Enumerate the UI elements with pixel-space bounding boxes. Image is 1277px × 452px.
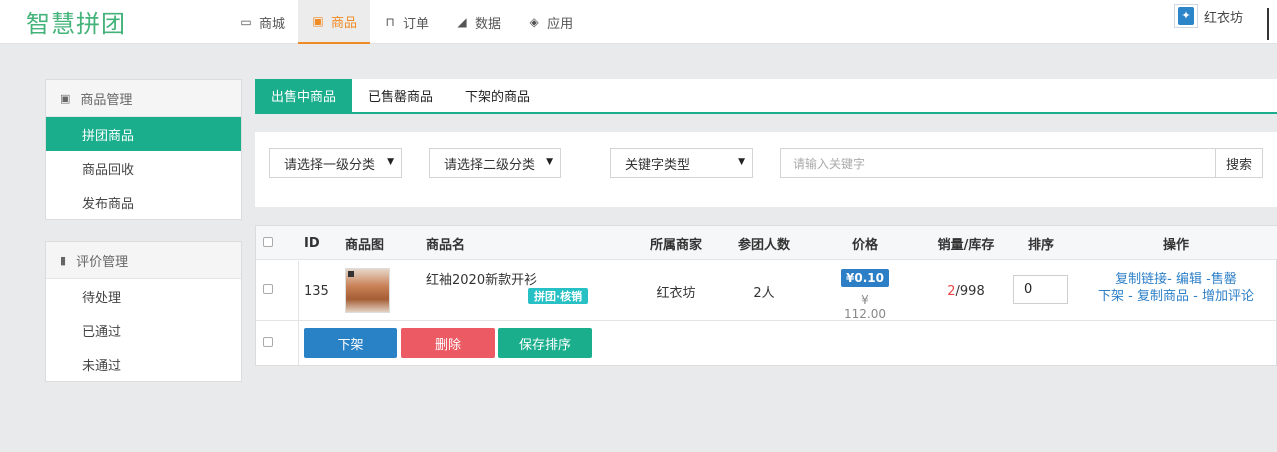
sidebar-group-title: 商品管理 — [80, 92, 133, 108]
row-checkbox[interactable] — [263, 284, 273, 294]
sidebar-review-header: ▮ 评价管理 — [46, 242, 241, 279]
sidebar-item-group-goods[interactable]: 拼团商品 — [46, 117, 241, 151]
copy-goods-link[interactable]: 复制商品 — [1137, 289, 1189, 304]
goods-thumbnail[interactable] — [345, 268, 390, 313]
nav-item-goods[interactable]: ▣ 商品 — [298, 0, 371, 44]
sidebar-item-approved[interactable]: 已通过 — [46, 313, 241, 347]
row-merchant: 红衣坊 — [656, 285, 696, 301]
sidebar-item-goods-recycle[interactable]: 商品回收 — [46, 151, 241, 185]
tab-sold-out[interactable]: 已售罄商品 — [352, 79, 449, 112]
sidebar-review-panel: ▮ 评价管理 待处理 已通过 未通过 — [45, 241, 242, 382]
row-group-size: 2人 — [753, 285, 775, 301]
column-divider — [298, 261, 299, 367]
offline-link[interactable]: 下架 — [1098, 289, 1124, 304]
th-name: 商品名 — [426, 237, 466, 253]
add-review-link[interactable]: 增加评论 — [1202, 289, 1254, 304]
sort-input[interactable]: 0 — [1013, 275, 1068, 304]
nav-item-orders[interactable]: ⊓ 订单 — [370, 0, 442, 44]
cubes-icon: ◈ — [529, 15, 539, 29]
th-price: 价格 — [851, 237, 878, 253]
row-id: 135 — [304, 283, 329, 299]
sidebar-goods-panel: ▣ 商品管理 拼团商品 商品回收 发布商品 — [45, 79, 242, 220]
main-nav: ▭ 商城 ▣ 商品 ⊓ 订单 ◢ 数据 ◈ 应用 — [226, 0, 586, 44]
save-sort-button[interactable]: 保存排序 — [498, 328, 592, 358]
caret-down-icon: ▼ — [738, 157, 745, 167]
category1-value: 请选择一级分类 — [284, 157, 376, 173]
goods-table: ID 商品图 商品名 所属商家 参团人数 价格 销量/库存 排序 操作 135 … — [255, 225, 1277, 367]
th-merchant: 所属商家 — [649, 237, 702, 253]
category1-select[interactable]: 请选择一级分类 ▼ — [269, 148, 402, 178]
edit-link[interactable]: 编辑 — [1176, 272, 1202, 287]
filter-bar: 请选择一级分类 ▼ 请选择二级分类 ▼ 关键字类型 ▼ 请输入关键字 搜索 — [255, 132, 1277, 207]
sold-count: 2 — [947, 283, 956, 299]
table-row: 135 红袖2020新款开衫 拼团·核销 红衣坊 2人 ¥0.10 ¥ 112.… — [256, 261, 1277, 321]
caret-down-icon: ▼ — [387, 157, 394, 167]
nav-label: 数据 — [475, 16, 502, 32]
op-separator: - — [1167, 272, 1172, 287]
row-sales-stock: 2/998 — [921, 261, 1011, 321]
search-button[interactable]: 搜索 — [1215, 148, 1263, 178]
stock-count: /998 — [955, 283, 985, 299]
nav-label: 订单 — [403, 16, 430, 32]
original-price: ¥ 112.00 — [844, 293, 886, 321]
shop-switcher[interactable]: ✦ 红衣坊 — [1174, 4, 1243, 28]
keyword-input[interactable]: 请输入关键字 — [780, 148, 1216, 178]
thumb-mark-icon — [348, 271, 354, 277]
copy-link-link[interactable]: 复制链接 — [1115, 272, 1167, 287]
op-separator: - — [1124, 289, 1137, 304]
nav-label: 应用 — [547, 16, 574, 32]
gift-icon: ▣ — [312, 14, 324, 28]
bulk-delete-button[interactable]: 删除 — [401, 328, 495, 358]
sidebar-item-pending[interactable]: 待处理 — [46, 279, 241, 313]
bulk-checkbox[interactable] — [263, 337, 273, 347]
sidebar-item-publish-goods[interactable]: 发布商品 — [46, 185, 241, 219]
op-separator: - — [1189, 289, 1202, 304]
nav-item-mall[interactable]: ▭ 商城 — [226, 0, 298, 44]
category2-value: 请选择二级分类 — [444, 157, 536, 173]
nav-item-apps[interactable]: ◈ 应用 — [514, 0, 586, 44]
th-sort: 排序 — [1027, 237, 1054, 253]
keyword-type-value: 关键字类型 — [625, 157, 691, 173]
th-sales-stock: 销量/库存 — [937, 237, 995, 253]
goods-name[interactable]: 红袖2020新款开衫 — [426, 269, 537, 288]
keyword-type-select[interactable]: 关键字类型 ▼ — [610, 148, 753, 178]
th-image: 商品图 — [345, 237, 385, 253]
caret-down-icon: ▼ — [546, 157, 553, 167]
select-all-checkbox[interactable] — [263, 237, 273, 247]
tab-offline[interactable]: 下架的商品 — [449, 79, 546, 112]
th-ops: 操作 — [1162, 237, 1189, 253]
top-navbar: 智慧拼团 ▭ 商城 ▣ 商品 ⊓ 订单 ◢ 数据 ◈ 应用 ✦ 红衣坊 — [0, 0, 1277, 44]
sidebar-item-rejected[interactable]: 未通过 — [46, 347, 241, 381]
cart-icon: ⊓ — [385, 15, 395, 29]
brand-logo[interactable]: 智慧拼团 — [26, 4, 126, 39]
gift-icon: ▣ — [60, 91, 71, 105]
bulk-actions-bar: 下架 删除 保存排序 — [256, 322, 1277, 366]
th-id: ID — [304, 235, 320, 251]
sold-out-link[interactable]: 售罄 — [1211, 272, 1237, 287]
goods-type-badge: 拼团·核销 — [528, 288, 589, 304]
shop-logo-icon: ✦ — [1174, 4, 1198, 28]
table-header: ID 商品图 商品名 所属商家 参团人数 价格 销量/库存 排序 操作 — [256, 226, 1277, 260]
sidebar-goods-header: ▣ 商品管理 — [46, 80, 241, 117]
category2-select[interactable]: 请选择二级分类 ▼ — [429, 148, 561, 178]
shop-name: 红衣坊 — [1204, 10, 1244, 26]
group-price-badge: ¥0.10 — [841, 269, 889, 287]
bulk-offline-button[interactable]: 下架 — [304, 328, 397, 358]
nav-item-data[interactable]: ◢ 数据 — [442, 0, 514, 44]
row-operations: 复制链接- 编辑 -售罄 下架 - 复制商品 - 增加评论 — [1091, 271, 1261, 305]
goods-status-tabs: 出售中商品 已售罄商品 下架的商品 — [255, 79, 1277, 114]
area-chart-icon: ◢ — [457, 15, 467, 29]
monitor-icon: ▭ — [240, 15, 252, 29]
th-group-size: 参团人数 — [737, 237, 790, 253]
bookmark-icon: ▮ — [60, 253, 67, 267]
nav-label: 商品 — [331, 15, 358, 31]
sidebar-group-title: 评价管理 — [76, 254, 129, 270]
tab-on-sale[interactable]: 出售中商品 — [255, 79, 353, 112]
nav-label: 商城 — [259, 16, 286, 32]
user-icon[interactable] — [1267, 8, 1277, 40]
